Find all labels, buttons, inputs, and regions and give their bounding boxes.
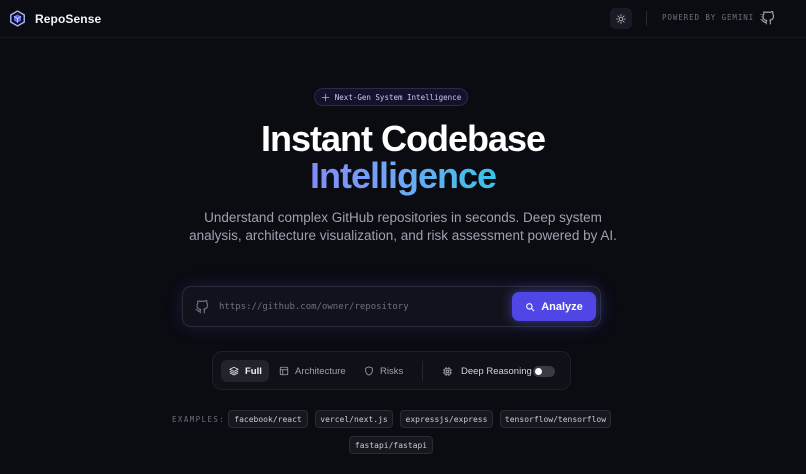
- mode-risks-label: Risks: [380, 365, 404, 377]
- search-icon: [525, 302, 535, 312]
- example-chip[interactable]: vercel/next.js: [315, 410, 393, 428]
- badge-text: Next-Gen System Intelligence: [334, 92, 462, 102]
- shield-icon: [364, 366, 374, 376]
- deep-reasoning-label: Deep Reasoning: [461, 365, 532, 377]
- mode-risks[interactable]: Risks: [356, 360, 408, 382]
- example-chip[interactable]: fastapi/fastapi: [349, 436, 433, 454]
- example-chip[interactable]: tensorflow/tensorflow: [500, 410, 611, 428]
- sun-icon: [616, 13, 626, 24]
- repo-search-bar: Analyze: [182, 286, 601, 327]
- brand[interactable]: RepoSense: [9, 10, 101, 27]
- analysis-mode-selector: Full Architecture Risks Deep Reasoning: [212, 351, 571, 390]
- theme-toggle-button[interactable]: [610, 8, 632, 29]
- toggle-knob: [535, 368, 542, 375]
- github-icon[interactable]: [761, 11, 775, 25]
- sparkle-icon: [321, 93, 330, 102]
- hero-badge: Next-Gen System Intelligence: [314, 88, 468, 106]
- hero-title-highlight: Intelligence: [0, 155, 806, 197]
- hero-subtitle: Understand complex GitHub repositories i…: [189, 210, 617, 243]
- brand-name: RepoSense: [35, 11, 102, 26]
- hexagon-cube-icon: [9, 10, 26, 27]
- example-chip[interactable]: facebook/react: [228, 410, 308, 428]
- deep-reasoning-option[interactable]: Deep Reasoning: [442, 360, 532, 382]
- mode-full-label: Full: [245, 365, 262, 377]
- mode-architecture-label: Architecture: [295, 365, 346, 377]
- layers-icon: [229, 366, 239, 376]
- analyze-label: Analyze: [541, 300, 583, 313]
- top-bar: RepoSense POWERED BY GEMINI 3: [0, 0, 806, 38]
- hero-title: Instant Codebase: [260, 118, 546, 159]
- powered-by-label: POWERED BY GEMINI 3: [662, 13, 765, 22]
- cpu-icon: [442, 366, 453, 377]
- header-divider: [646, 11, 647, 26]
- layout-icon: [279, 366, 289, 376]
- modes-divider: [422, 361, 423, 381]
- hero-title-gradient: Intelligence: [309, 155, 497, 196]
- examples-label: EXAMPLES:: [172, 415, 226, 424]
- mode-full[interactable]: Full: [221, 360, 269, 382]
- analyze-button[interactable]: Analyze: [512, 292, 596, 321]
- mode-architecture[interactable]: Architecture: [271, 360, 353, 382]
- deep-reasoning-toggle[interactable]: [533, 366, 555, 377]
- repo-url-input[interactable]: [219, 297, 499, 317]
- example-chip[interactable]: expressjs/express: [400, 410, 493, 428]
- github-icon: [195, 300, 209, 314]
